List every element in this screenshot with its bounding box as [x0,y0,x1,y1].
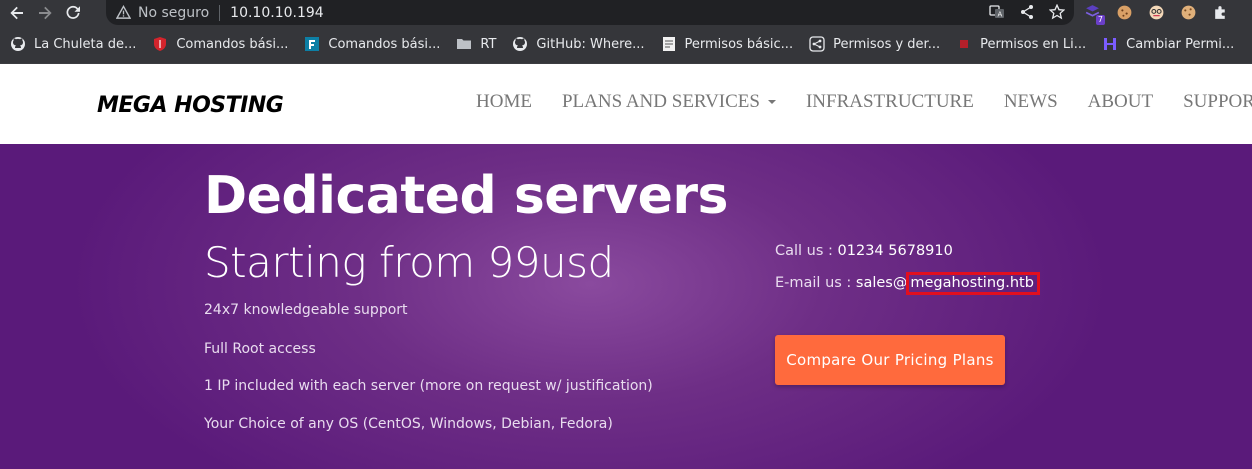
omnibox-actions: A [988,2,1066,22]
feature-item: 24x7 knowledgeable support [204,302,408,318]
bookmark-label: Permisos y der... [833,36,941,52]
folder-icon [456,36,472,52]
red-dot-icon [956,36,972,52]
url-text[interactable]: 10.10.10.194 [230,5,324,21]
bookmark-item[interactable]: Cambiar Permi... [1102,36,1234,52]
nav-home[interactable]: HOME [476,91,532,113]
star-icon[interactable] [1048,2,1066,22]
extension-cookie-icon[interactable] [1114,3,1134,23]
github-icon [10,36,26,52]
bookmark-label: Permisos en Li... [980,36,1087,52]
extension-wappalyzer-icon[interactable]: 7 [1082,3,1105,25]
nav-label: SUPPORT [1183,91,1252,112]
address-bar[interactable]: No seguro 10.10.10.194 A [106,0,1074,25]
translate-icon[interactable]: A [988,2,1006,22]
svg-text:A: A [998,11,1003,19]
shield-red-icon [152,36,168,52]
bookmark-label: GitHub: Where... [536,36,645,52]
forward-button[interactable] [34,2,56,24]
extension-face-icon[interactable] [1146,3,1166,23]
f-logo-icon [304,36,320,52]
bookmark-label: La Chuleta de... [34,36,137,52]
nav-infrastructure[interactable]: INFRASTRUCTURE [806,91,974,113]
feature-item: Your Choice of any OS (CentOS, Windows, … [204,416,613,432]
bookmarks-bar: La Chuleta de... Comandos bási... Comand… [0,25,1252,64]
site-header: MEGA HOSTING HOME PLANS AND SERVICES INF… [0,64,1252,144]
hero-section: Dedicated servers Starting from 99usd 24… [0,144,1252,469]
extensions-area: 7 [1082,0,1230,25]
nav-support[interactable]: SUPPORT [1183,91,1252,113]
bookmark-item[interactable]: Permisos en Li... [956,36,1086,52]
nav-plans-and-services[interactable]: PLANS AND SERVICES [562,91,776,113]
security-label[interactable]: No seguro [138,5,209,21]
phone-label: Call us : [775,243,833,259]
bookmark-item[interactable]: Permisos básic... [661,36,794,52]
bookmark-label: Cambiar Permi... [1126,36,1235,52]
email-domain-highlight[interactable]: megahosting.htb [906,272,1040,295]
share-icon [809,36,825,52]
compare-pricing-button[interactable]: Compare Our Pricing Plans [775,335,1005,385]
page-icon [661,36,677,52]
bookmark-item[interactable]: Permisos y der... [809,36,940,52]
arrow-right-icon [39,6,52,19]
bookmark-label: Comandos bási... [328,36,441,52]
warning-icon[interactable] [116,5,132,21]
nav-label: HOME [476,91,532,112]
bookmark-item[interactable]: La Chuleta de... [10,36,136,52]
nav-about[interactable]: ABOUT [1088,91,1153,113]
hero-title: Dedicated servers [204,166,728,226]
nav-news[interactable]: NEWS [1004,91,1058,113]
reload-icon [66,5,80,19]
arrow-left-icon [10,6,23,19]
extension-cookie-editor-icon[interactable] [1178,3,1198,23]
extensions-puzzle-icon[interactable] [1210,3,1230,23]
feature-item: 1 IP included with each server (more on … [204,378,653,394]
nav-label: NEWS [1003,91,1058,112]
share-icon[interactable] [1018,2,1036,22]
bookmark-label: RT [480,36,497,52]
bookmark-item[interactable]: RT [456,36,496,52]
contact-phone: Call us : 01234 5678910 [775,243,953,259]
reload-button[interactable] [62,2,84,24]
bookmark-label: Comandos bási... [176,36,289,52]
bookmark-label: Permisos básic... [684,36,794,52]
nav-label: INFRASTRUCTURE [805,91,974,112]
extension-badge: 7 [1095,14,1105,25]
phone-number[interactable]: 01234 5678910 [838,243,953,259]
nav-label: ABOUT [1087,91,1154,112]
back-button[interactable] [6,2,28,24]
bookmark-item[interactable]: Comandos bási... [152,36,288,52]
site-logo[interactable]: MEGA HOSTING [97,93,284,118]
divider [219,4,221,21]
email-label: E-mail us : [775,275,852,291]
h-logo-icon [1102,36,1118,52]
bookmark-item[interactable]: GitHub: Where... [512,36,645,52]
hero-subtitle: Starting from 99usd [204,238,614,287]
github-icon [512,36,528,52]
main-nav: HOME PLANS AND SERVICES INFRASTRUCTURE N… [476,91,1252,113]
contact-email: E-mail us : sales@ megahosting.htb [775,272,1040,295]
nav-label: PLANS AND SERVICES [561,91,760,112]
caret-down-icon [767,100,776,104]
email-user[interactable]: sales@ [856,275,907,291]
bookmark-item[interactable]: Comandos bási... [304,36,440,52]
feature-item: Full Root access [204,341,316,357]
browser-toolbar: No seguro 10.10.10.194 A 7 [0,0,1252,25]
